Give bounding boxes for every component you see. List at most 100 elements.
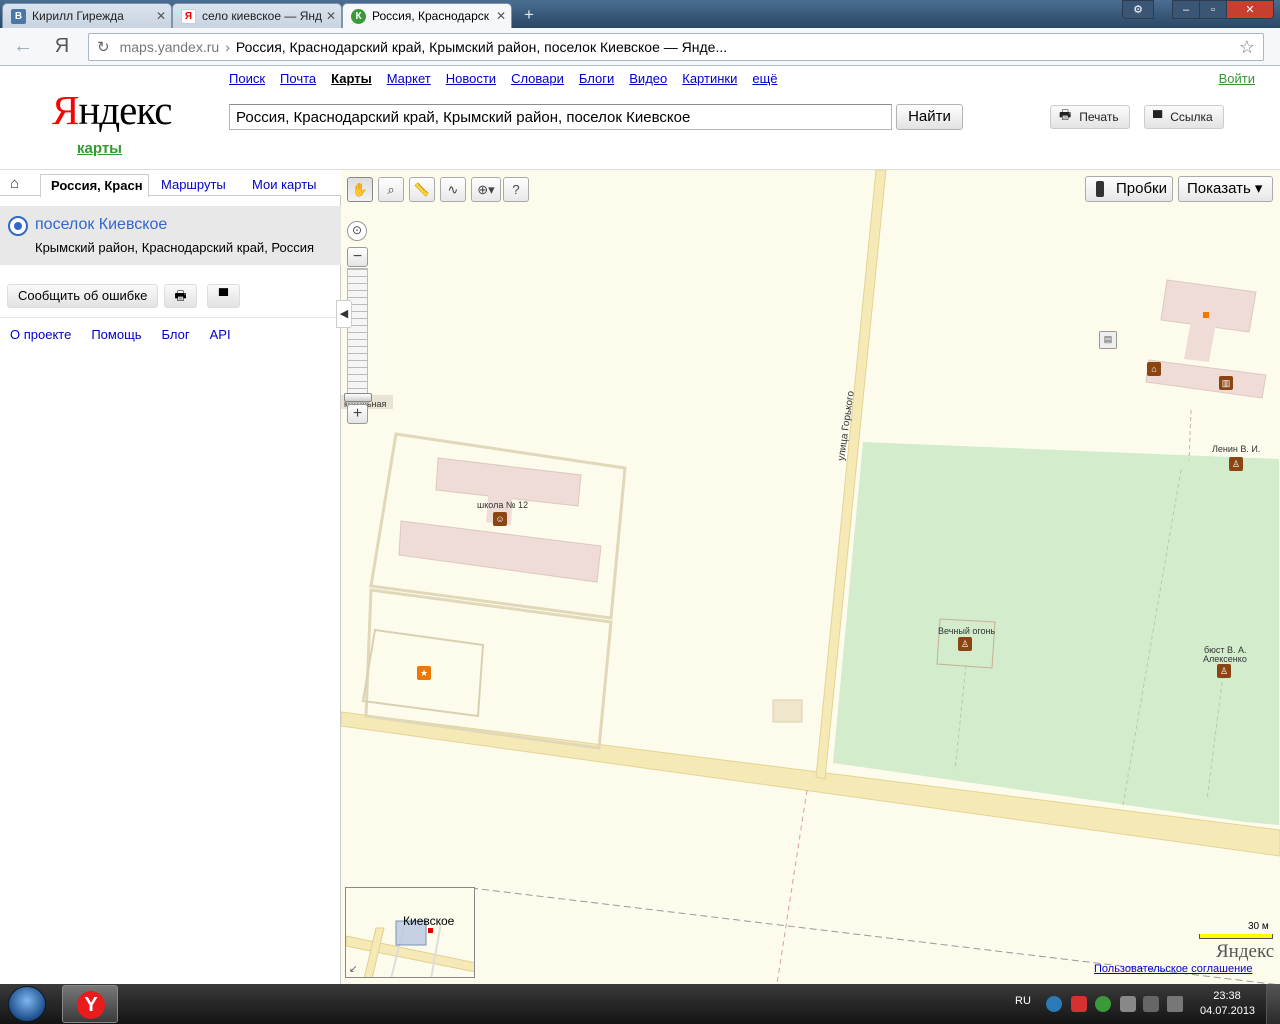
blog-link[interactable]: Блог bbox=[162, 327, 190, 342]
tray-network-icon[interactable] bbox=[1120, 996, 1136, 1012]
building bbox=[398, 520, 602, 583]
map-view[interactable]: котельная школа № 12 улица Горького Лени… bbox=[341, 170, 1280, 984]
map-canvas bbox=[341, 170, 1280, 984]
start-button[interactable] bbox=[8, 986, 46, 1022]
zoom-out-button[interactable]: − bbox=[347, 247, 368, 267]
map-label-lenin[interactable]: Ленин В. И. bbox=[1212, 444, 1260, 454]
bookmark-star-icon[interactable]: ☆ bbox=[1239, 37, 1255, 58]
path bbox=[1188, 409, 1192, 461]
monument-icon[interactable]: ♙ bbox=[1229, 457, 1243, 471]
service-link-search[interactable]: Поиск bbox=[229, 71, 265, 86]
zoom-slider-track[interactable] bbox=[347, 268, 368, 403]
close-window-button[interactable]: ✕ bbox=[1226, 0, 1274, 19]
map-label-eternal-flame[interactable]: Вечный огонь bbox=[938, 626, 995, 636]
ruler-icon[interactable]: 📏 bbox=[409, 177, 435, 202]
new-tab-button[interactable]: + bbox=[517, 5, 541, 24]
school-icon[interactable]: ☺ bbox=[493, 512, 507, 526]
monument-icon[interactable]: ♙ bbox=[1217, 664, 1231, 678]
find-button[interactable]: Найти bbox=[896, 104, 963, 130]
print-button[interactable]: 🖶 Печать bbox=[1050, 105, 1130, 129]
what-here-icon[interactable]: ? bbox=[503, 177, 529, 202]
back-arrow-icon[interactable]: ← bbox=[10, 35, 36, 59]
service-link-images[interactable]: Картинки bbox=[682, 71, 737, 86]
home-icon[interactable]: ⌂ bbox=[10, 175, 19, 192]
route-tool-icon[interactable]: ∿ bbox=[440, 177, 466, 202]
atm-icon[interactable]: ▤ bbox=[1099, 331, 1117, 349]
pan-tool-hand-icon[interactable]: ✋ bbox=[347, 177, 373, 202]
service-link-blogs[interactable]: Блоги bbox=[579, 71, 614, 86]
link-button[interactable]: ▀ Ссылка bbox=[1144, 105, 1224, 129]
building bbox=[1145, 359, 1267, 399]
sport-icon[interactable]: ★ bbox=[417, 666, 431, 680]
tray-flag-icon[interactable] bbox=[1143, 996, 1159, 1012]
show-desktop-button[interactable] bbox=[1266, 984, 1280, 1024]
about-link[interactable]: О проекте bbox=[10, 327, 71, 342]
print-result-button[interactable]: 🖶 bbox=[164, 284, 197, 308]
maps-logo-sub[interactable]: карты bbox=[77, 140, 122, 157]
tray-network-app-icon[interactable] bbox=[1046, 996, 1062, 1012]
zoom-slider-handle[interactable] bbox=[344, 393, 372, 402]
help-link[interactable]: Помощь bbox=[91, 327, 141, 342]
tray-antivirus-icon[interactable] bbox=[1071, 996, 1087, 1012]
traffic-button[interactable]: Пробки bbox=[1085, 176, 1173, 202]
locate-me-icon[interactable]: ⊙ bbox=[347, 221, 367, 241]
minimize-button[interactable]: – bbox=[1172, 0, 1200, 19]
maximize-button[interactable]: ▫ bbox=[1199, 0, 1227, 19]
zoom-area-magnifier-icon[interactable]: ⌕ bbox=[378, 177, 404, 202]
monument-icon[interactable]: ♙ bbox=[958, 637, 972, 651]
report-error-button[interactable]: Сообщить об ошибке bbox=[7, 284, 159, 308]
tab-title: Россия, Краснодарск bbox=[372, 9, 489, 23]
service-link-news[interactable]: Новости bbox=[446, 71, 496, 86]
yandex-home-icon[interactable]: Я bbox=[50, 35, 74, 59]
browser-tab-search[interactable]: Я село киевское — Янд ✕ bbox=[172, 3, 342, 28]
collapse-sidebar-button[interactable]: ◀ bbox=[336, 300, 352, 328]
browser-tab-vk[interactable]: В Кирилл Гирежда ✕ bbox=[2, 3, 172, 28]
result-marker-icon bbox=[8, 216, 28, 236]
link-result-button[interactable]: ▀ bbox=[207, 284, 240, 308]
tab-my-maps[interactable]: Мои карты bbox=[252, 177, 317, 192]
result-title[interactable]: поселок Киевское bbox=[35, 216, 167, 234]
tray-torrent-icon[interactable] bbox=[1095, 996, 1111, 1012]
service-link-video[interactable]: Видео bbox=[629, 71, 667, 86]
service-link-more[interactable]: ещё bbox=[752, 71, 777, 86]
close-tab-icon[interactable]: ✕ bbox=[496, 9, 506, 23]
map-label-bust-line2[interactable]: Алексенко bbox=[1203, 654, 1247, 664]
taskbar-yandex-browser[interactable]: Y bbox=[62, 985, 118, 1023]
close-tab-icon[interactable]: ✕ bbox=[326, 9, 336, 23]
search-input[interactable] bbox=[229, 104, 892, 130]
show-layers-dropdown[interactable]: Показать ▾ bbox=[1178, 176, 1273, 202]
browser-settings-icon[interactable]: ⚙ bbox=[1122, 0, 1154, 19]
result-address: Крымский район, Краснодарский край, Росс… bbox=[35, 240, 315, 255]
tab-current-search[interactable]: Россия, Красн bbox=[40, 174, 149, 197]
overview-minimap[interactable]: Киевское ↙ bbox=[345, 887, 475, 978]
service-link-dictionaries[interactable]: Словари bbox=[511, 71, 564, 86]
system-clock[interactable]: 23:38 04.07.2013 bbox=[1200, 989, 1255, 1019]
login-link[interactable]: Войти bbox=[1219, 71, 1255, 86]
minimap-toggle-icon[interactable]: ↙ bbox=[349, 964, 357, 975]
reload-icon[interactable]: ↻ bbox=[97, 38, 110, 56]
zoom-in-button[interactable]: + bbox=[347, 404, 368, 424]
map-label-school[interactable]: школа № 12 bbox=[477, 500, 528, 510]
yandex-logo[interactable]: Яндекс bbox=[52, 88, 172, 132]
search-result[interactable]: поселок Киевское Крымский район, Краснод… bbox=[0, 206, 341, 265]
park-area bbox=[833, 442, 1279, 825]
close-tab-icon[interactable]: ✕ bbox=[156, 9, 166, 23]
api-link[interactable]: API bbox=[210, 327, 231, 342]
library-icon[interactable]: ▥ bbox=[1219, 376, 1233, 390]
address-bar[interactable]: ↻ maps.yandex.ru › Россия, Краснодарский… bbox=[88, 33, 1264, 61]
add-object-icon[interactable]: ⊕▾ bbox=[471, 177, 501, 202]
museum-icon[interactable]: ⌂ bbox=[1147, 362, 1161, 376]
scale-bar bbox=[1199, 934, 1273, 939]
printer-icon: 🖶 bbox=[174, 288, 187, 303]
tab-routes[interactable]: Маршруты bbox=[161, 177, 226, 192]
clock-time: 23:38 bbox=[1213, 990, 1241, 1002]
browser-tab-maps[interactable]: К Россия, Краснодарск ✕ bbox=[342, 3, 512, 28]
service-link-market[interactable]: Маркет bbox=[387, 71, 431, 86]
service-link-maps[interactable]: Карты bbox=[331, 71, 372, 86]
service-link-mail[interactable]: Почта bbox=[280, 71, 316, 86]
traffic-light-icon bbox=[1096, 181, 1104, 197]
language-indicator[interactable]: RU bbox=[1015, 995, 1031, 1007]
map-brand-logo[interactable]: Яндекс bbox=[1216, 941, 1274, 963]
terms-link[interactable]: Пользовательское соглашение bbox=[1094, 963, 1252, 975]
tray-volume-icon[interactable] bbox=[1167, 996, 1183, 1012]
